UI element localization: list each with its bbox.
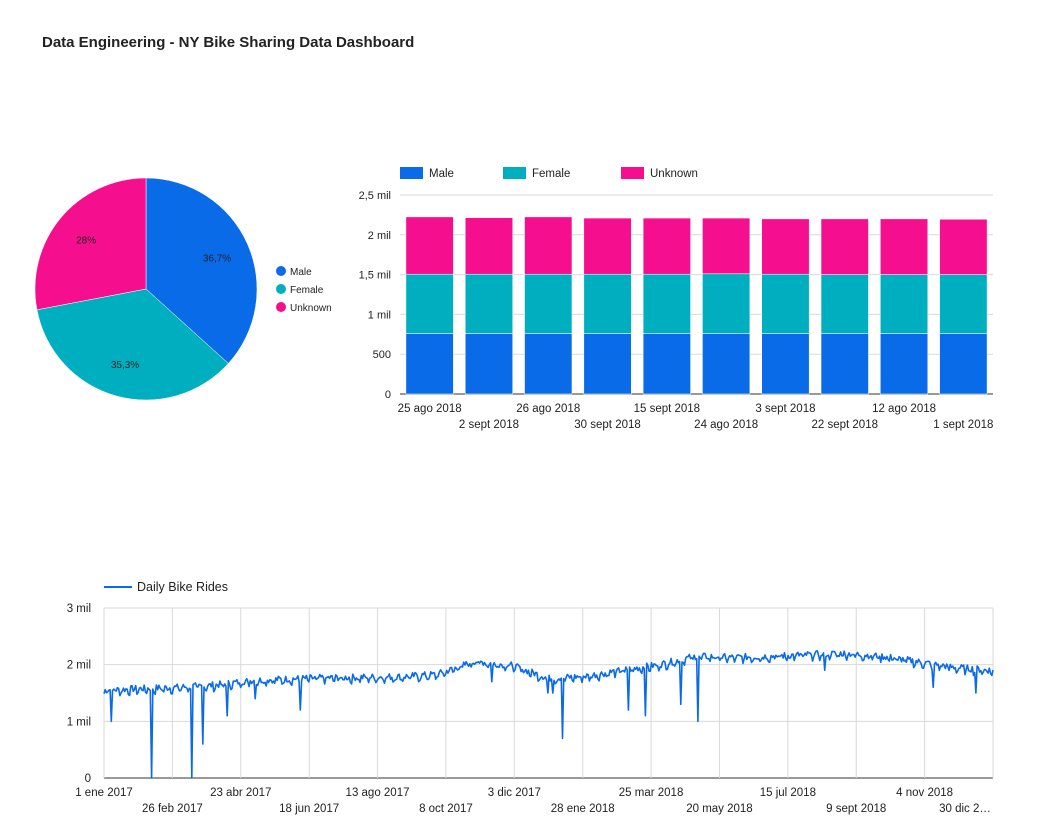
- legend-label: Daily Bike Rides: [137, 580, 228, 594]
- x-tick-label: 13 ago 2017: [346, 787, 410, 799]
- legend-swatch-male: [400, 167, 423, 179]
- x-tick-label: 3 dic 2017: [488, 787, 541, 799]
- x-tick-label: 8 oct 2017: [419, 803, 473, 815]
- y-tick-label: 1 mil: [368, 309, 391, 321]
- x-tick-label: 4 nov 2018: [896, 787, 953, 799]
- bar-unknown: [761, 218, 810, 275]
- bar-unknown: [642, 217, 691, 275]
- bar-unknown: [702, 217, 751, 275]
- legend-swatch-male: [276, 266, 286, 276]
- x-tick-label: 12 ago 2018: [872, 403, 936, 415]
- bar-unknown: [524, 216, 573, 275]
- legend-label: Female: [532, 168, 570, 180]
- bar-male: [820, 333, 869, 395]
- bar-unknown: [583, 217, 632, 275]
- pie-slice-label: 36,7%: [203, 253, 231, 264]
- x-tick-label: 26 ago 2018: [516, 403, 580, 415]
- legend-label: Unknown: [650, 168, 698, 180]
- legend-label: Unknown: [290, 303, 332, 314]
- bar-male: [464, 333, 513, 395]
- y-tick-label: 0: [385, 389, 391, 401]
- x-tick-label: 23 abr 2017: [210, 787, 271, 799]
- x-tick-label: 2 sept 2018: [459, 419, 519, 431]
- x-tick-label: 30 sept 2018: [574, 419, 641, 431]
- bar-unknown: [820, 218, 869, 275]
- y-tick-label: 1,5 mil: [359, 270, 391, 282]
- x-tick-label: 3 sept 2018: [755, 403, 815, 415]
- bar-male: [524, 333, 573, 395]
- bar-unknown: [939, 219, 988, 275]
- bar-female: [702, 273, 751, 334]
- y-tick-label: 500: [373, 349, 391, 361]
- y-tick-label: 1 mil: [67, 716, 91, 728]
- bar-female: [939, 274, 988, 334]
- stacked-bar-chart: 0 500 1 mil 1,5 mil 2 mil 2,5 mil 25 ago 2018 2…: [359, 190, 994, 431]
- x-tick-label: 25 mar 2018: [619, 787, 684, 799]
- line-chart: 0 1 mil 2 mil 3 mil 1 ene 2017 26 feb 2017 23 …: [67, 603, 994, 815]
- bar-female: [405, 273, 454, 334]
- bar-female: [583, 273, 632, 334]
- legend-label: Male: [290, 267, 312, 278]
- y-tick-label: 0: [85, 773, 91, 785]
- bar-male: [761, 333, 810, 395]
- pie-chart: 36,7% 35,3% 28%: [34, 177, 258, 401]
- bar-male: [880, 333, 929, 395]
- y-tick-label: 2 mil: [368, 230, 391, 242]
- dashboard-charts: 36,7% 35,3% 28% Male Female Unknown 0 500 1 mi…: [34, 167, 994, 815]
- x-tick-label: 22 sept 2018: [811, 419, 878, 431]
- bar-female: [464, 273, 513, 334]
- pie-legend: Male Female Unknown: [276, 266, 332, 314]
- legend-label: Male: [429, 168, 454, 180]
- x-tick-label: 24 ago 2018: [694, 419, 758, 431]
- legend-swatch-female: [503, 167, 526, 179]
- bar-male: [583, 333, 632, 395]
- bar-unknown: [405, 216, 454, 275]
- legend-label: Female: [290, 285, 324, 296]
- bar-female: [880, 274, 929, 334]
- bar-male: [939, 333, 988, 395]
- x-tick-label: 18 jun 2017: [279, 803, 339, 815]
- legend-swatch-female: [276, 284, 286, 294]
- bar-female: [761, 273, 810, 334]
- bar-male: [702, 333, 751, 395]
- bar-legend: Male Female Unknown: [400, 167, 698, 180]
- x-tick-label: 28 ene 2018: [551, 803, 615, 815]
- bar-unknown: [464, 217, 513, 275]
- bar-male: [642, 333, 691, 395]
- x-tick-label: 25 ago 2018: [398, 403, 462, 415]
- x-tick-label: 1 sept 2018: [933, 419, 993, 431]
- bar-male: [405, 333, 454, 395]
- x-tick-label: 30 dic 2…: [939, 803, 991, 815]
- bar-unknown: [880, 218, 929, 275]
- x-tick-label: 20 may 2018: [686, 803, 753, 815]
- pie-slice-label: 35,3%: [111, 360, 139, 371]
- x-tick-label: 15 sept 2018: [634, 403, 701, 415]
- x-tick-label: 15 jul 2018: [760, 787, 816, 799]
- bar-female: [524, 273, 573, 334]
- x-tick-label: 26 feb 2017: [142, 803, 203, 815]
- series-line-daily-bike-rides: [103, 650, 994, 779]
- line-legend: Daily Bike Rides: [104, 580, 228, 594]
- legend-swatch-unknown: [276, 302, 286, 312]
- y-tick-label: 3 mil: [67, 603, 91, 615]
- bar-female: [642, 273, 691, 334]
- x-tick-label: 9 sept 2018: [826, 803, 886, 815]
- y-tick-label: 2,5 mil: [359, 190, 391, 202]
- pie-slice-label: 28%: [76, 235, 96, 246]
- legend-swatch-unknown: [621, 167, 644, 179]
- bar-female: [820, 274, 869, 334]
- y-tick-label: 2 mil: [67, 660, 91, 672]
- x-tick-label: 1 ene 2017: [75, 787, 133, 799]
